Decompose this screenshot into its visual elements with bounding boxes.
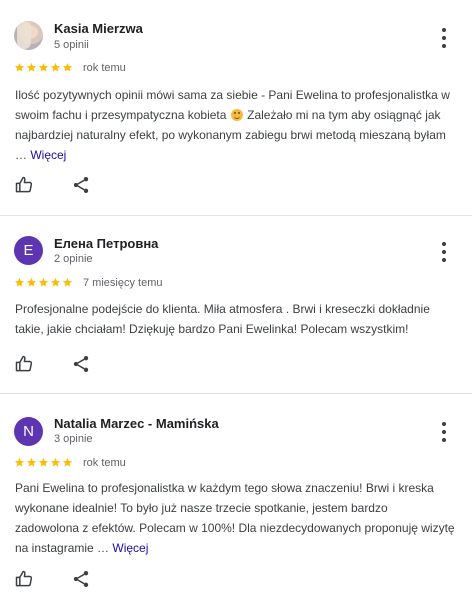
review-text-part: Pani Ewelina to profesjonalistka w każdy…	[15, 481, 455, 555]
star-icon	[50, 62, 61, 73]
reviewer-review-count: 3 opinie	[54, 433, 93, 445]
more-options-button[interactable]	[438, 422, 450, 442]
star-icon	[62, 277, 73, 288]
star-icon	[14, 62, 25, 73]
review-time: rok temu	[83, 62, 126, 74]
smiling-face-emoji	[230, 109, 243, 121]
star-icon	[62, 62, 73, 73]
avatar[interactable]	[14, 21, 43, 50]
star-icon	[14, 277, 25, 288]
reviewer-name[interactable]: Kasia Mierzwa	[54, 21, 143, 36]
star-icon	[38, 457, 49, 468]
reviewer-review-count: 2 opinie	[54, 253, 93, 265]
star-rating	[14, 277, 73, 288]
star-icon	[14, 457, 25, 468]
thumbs-up-icon[interactable]	[14, 175, 34, 195]
review-card: E Елена Петровна 2 opinie 7 miesięcy tem…	[0, 216, 472, 394]
more-link[interactable]: Więcej	[30, 148, 66, 162]
star-icon	[26, 277, 37, 288]
more-options-button[interactable]	[438, 242, 450, 262]
share-icon[interactable]	[71, 569, 91, 589]
review-time: rok temu	[83, 457, 126, 469]
star-rating	[14, 457, 73, 468]
more-vert-icon	[442, 422, 446, 426]
review-card: Kasia Mierzwa 5 opinii rok temu Ilość po…	[0, 0, 472, 216]
avatar[interactable]: E	[14, 236, 43, 265]
reviewer-name[interactable]: Natalia Marzec - Mamińska	[54, 416, 219, 431]
reviewer-review-count: 5 opinii	[54, 39, 89, 51]
share-icon[interactable]	[71, 354, 91, 374]
reviewer-name[interactable]: Елена Петровна	[54, 236, 158, 251]
thumbs-up-icon[interactable]	[14, 354, 34, 374]
more-vert-icon	[442, 242, 446, 246]
star-rating	[14, 62, 73, 73]
star-icon	[26, 457, 37, 468]
star-icon	[50, 277, 61, 288]
avatar[interactable]: N	[14, 417, 43, 446]
star-icon	[38, 277, 49, 288]
review-text: Ilość pozytywnych opinii mówi sama za si…	[15, 85, 455, 165]
more-vert-icon	[442, 28, 446, 32]
review-time: 7 miesięcy temu	[83, 277, 163, 289]
more-link[interactable]: Więcej	[112, 541, 148, 555]
star-icon	[26, 62, 37, 73]
review-text: Profesjonalne podejście do klienta. Miła…	[15, 302, 430, 336]
star-icon	[62, 457, 73, 468]
share-icon[interactable]	[71, 175, 91, 195]
thumbs-up-icon[interactable]	[14, 569, 34, 589]
star-icon	[38, 62, 49, 73]
more-options-button[interactable]	[438, 28, 450, 48]
star-icon	[50, 457, 61, 468]
review-card: N Natalia Marzec - Mamińska 3 opinie rok…	[0, 394, 472, 610]
review-text: Pani Ewelina to profesjonalistka w każdy…	[15, 478, 455, 558]
